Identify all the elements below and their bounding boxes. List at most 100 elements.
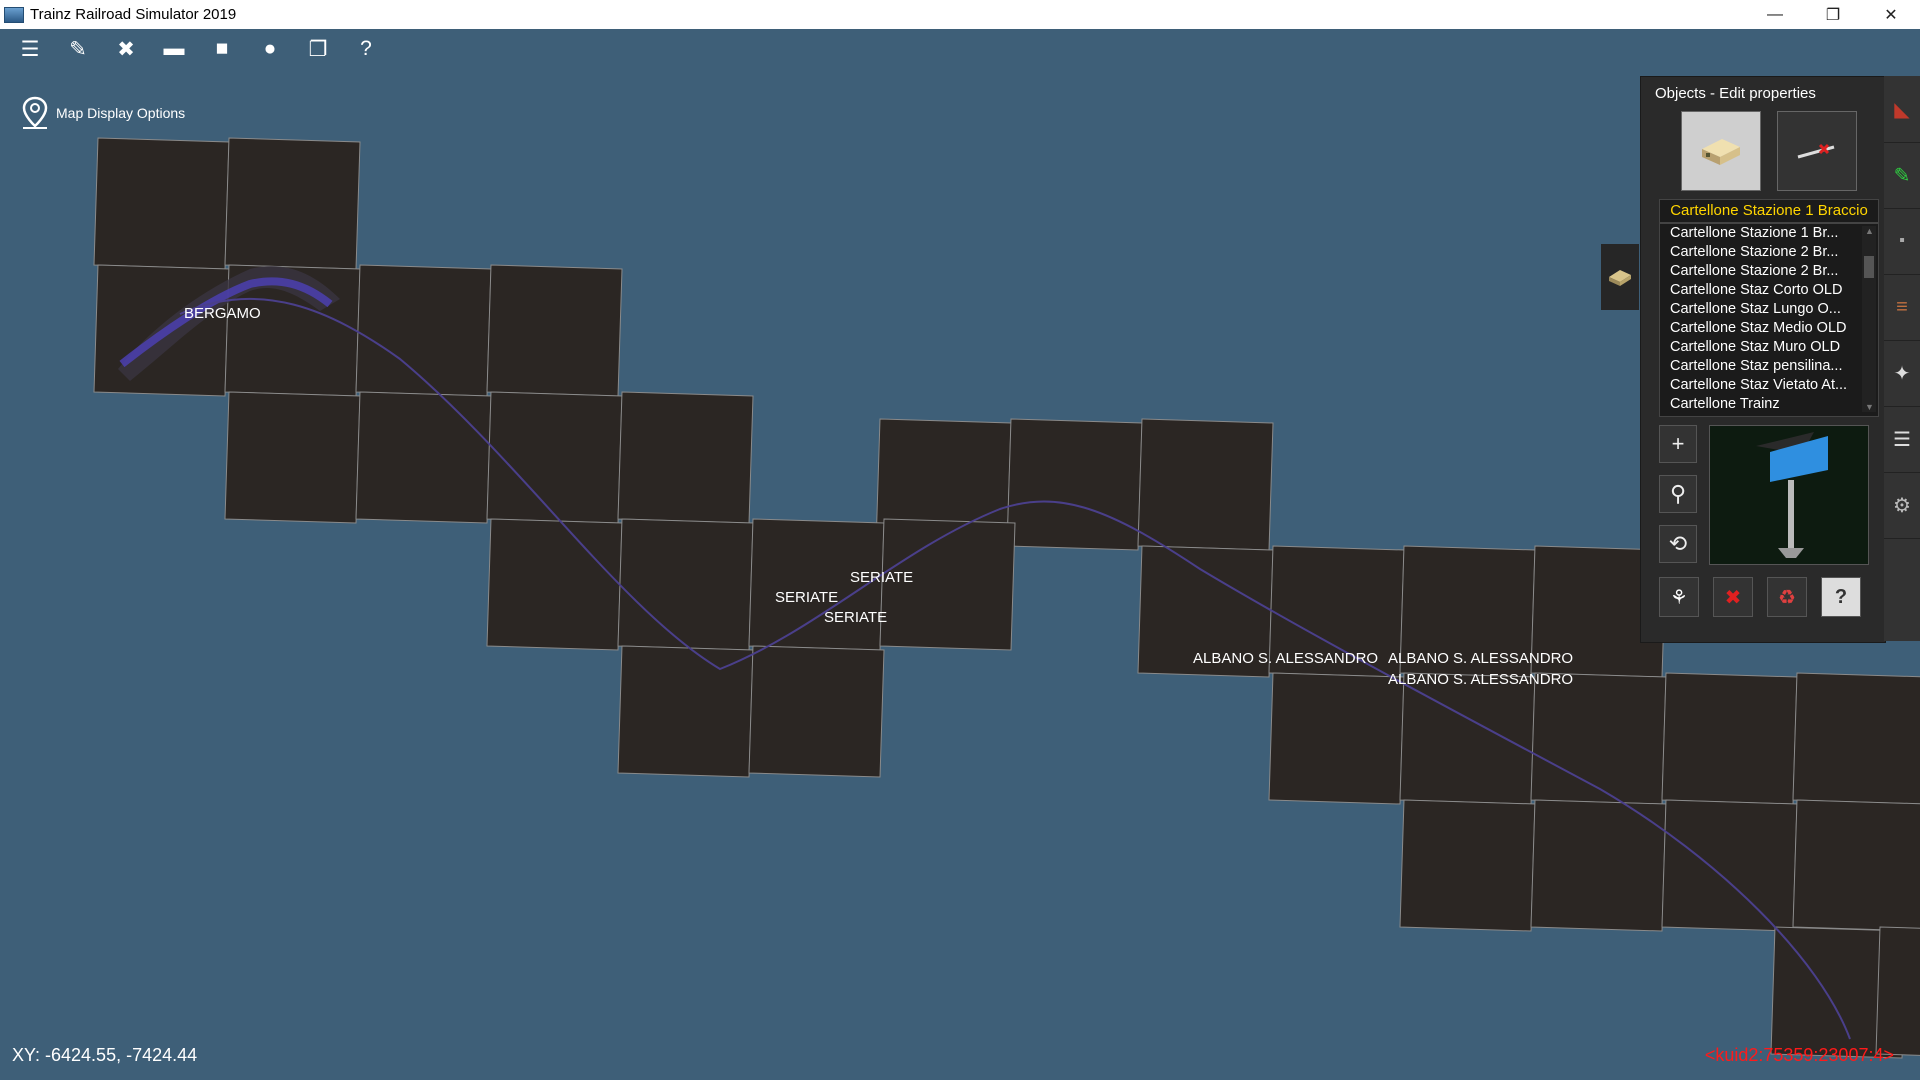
property-icon: ⚘ [1670, 586, 1688, 609]
paint-tool-tab[interactable]: ✎ [1884, 142, 1920, 209]
chat-button[interactable]: ● [250, 31, 290, 67]
help-button[interactable]: ? [346, 31, 386, 67]
tools-icon: ✖ [117, 37, 135, 61]
map-tile [1661, 672, 1798, 805]
object-list-item[interactable]: Cartellone Staz Medio OLD [1660, 319, 1854, 338]
replace-icon: ♻ [1778, 586, 1796, 609]
map-tile [486, 264, 623, 397]
map-tile [93, 137, 230, 270]
station-label-seriate: SERIATE [850, 569, 913, 586]
object-list-item[interactable]: Cartellone Stazione 2 Br... [1660, 243, 1854, 262]
object-preview [1709, 425, 1869, 565]
move-object-button[interactable]: ⚲ [1659, 475, 1697, 513]
replace-object-button[interactable]: ♻ [1767, 577, 1807, 617]
scroll-down-icon[interactable]: ▼ [1865, 402, 1874, 412]
map-pin-icon [22, 96, 48, 129]
map-tile [1399, 799, 1536, 932]
objects-category-button[interactable] [1681, 111, 1761, 191]
objects-icon: ▪ [1899, 232, 1905, 249]
scroll-up-icon[interactable]: ▲ [1865, 226, 1874, 236]
settings-tool-tab[interactable]: ⚙ [1884, 472, 1920, 539]
object-list-item[interactable]: Cartellone Trainz [1660, 395, 1854, 414]
add-object-button[interactable]: + [1659, 425, 1697, 463]
rotate-object-button[interactable]: ⟲ [1659, 525, 1697, 563]
tools-button[interactable]: ✖ [106, 31, 146, 67]
station-label-seriate: SERIATE [824, 609, 887, 626]
edit-button[interactable]: ✎ [58, 31, 98, 67]
close-button[interactable]: ✕ [1862, 0, 1920, 29]
delete-icon: ✖ [1724, 586, 1742, 609]
display-button[interactable]: ▬ [154, 31, 194, 67]
station-label-albano: ALBANO S. ALESSANDRO [1193, 650, 1378, 667]
map-tile [1006, 418, 1143, 551]
layers-tool-tab[interactable]: ☰ [1884, 406, 1920, 473]
map-tile [1268, 672, 1405, 805]
help-button[interactable]: ? [1821, 577, 1861, 617]
map-tile [1792, 799, 1920, 932]
wrench-icon: ✦ [1893, 362, 1911, 385]
panel-title: Objects - Edit properties [1655, 85, 1816, 102]
building-icon [1702, 139, 1740, 165]
edit-icon: ✎ [69, 37, 87, 61]
object-list-scrollbar[interactable]: ▲ ▼ [1862, 226, 1876, 412]
station-label-seriate: SERIATE [775, 589, 838, 606]
map-tile [355, 391, 492, 524]
terrain-tool-tab[interactable]: ◣ [1884, 76, 1920, 143]
paint-icon: ✎ [1893, 164, 1911, 187]
object-list-item[interactable]: Cartellone Stazione 2 Br... [1660, 262, 1854, 281]
main-toolbar: ☰ ✎ ✖ ▬ ■ ● ❐? [0, 29, 460, 69]
delete-object-button[interactable]: ✖ [1713, 577, 1753, 617]
objects-tool-tab[interactable]: ▪ [1884, 208, 1920, 275]
map-tile [1792, 672, 1920, 805]
map-tile [224, 137, 361, 270]
map-display-options[interactable]: Map Display Options [20, 96, 185, 130]
restore-button[interactable]: ❐ [1804, 0, 1862, 29]
selected-object-name: Cartellone Stazione 1 Braccio [1659, 199, 1879, 223]
map-display-options-label: Map Display Options [56, 105, 186, 121]
menu-button[interactable]: ☰ [10, 31, 50, 67]
objects-panel-tab[interactable] [1601, 244, 1639, 310]
map-tile [1137, 418, 1274, 551]
map-tile [486, 518, 623, 651]
help-icon: ? [1834, 585, 1848, 608]
plus-icon: + [1671, 431, 1685, 456]
map-tile [486, 391, 623, 524]
window-button[interactable]: ❐ [298, 31, 338, 67]
object-list-item[interactable]: Cartellone Staz pensilina... [1660, 357, 1854, 376]
object-list-item[interactable]: Cartellone Staz Corto OLD [1660, 281, 1854, 300]
terrain-icon: ◣ [1894, 98, 1910, 121]
app-icon [4, 6, 24, 23]
display-icon: ▬ [163, 37, 185, 60]
map-tile [355, 264, 492, 397]
window-title: Trainz Railroad Simulator 2019 [30, 6, 237, 23]
object-list-item[interactable]: Cartellone Staz Lungo O... [1660, 300, 1854, 319]
object-list-item[interactable]: Cartellone Staz Vietato At... [1660, 376, 1854, 395]
window-icon: ❐ [308, 37, 328, 61]
properties-button[interactable]: ⚘ [1659, 577, 1699, 617]
rotate-icon: ⟲ [1668, 531, 1688, 556]
map-tile [617, 391, 754, 524]
map-tile [748, 645, 885, 778]
object-list-item[interactable]: Cartellone Stazione 1 Br... [1660, 224, 1854, 243]
station-label-albano: ALBANO S. ALESSANDRO [1388, 671, 1573, 688]
gear-icon: ⚙ [1893, 494, 1911, 517]
station-label-albano: ALBANO S. ALESSANDRO [1388, 650, 1573, 667]
station-label-bergamo: BERGAMO [184, 305, 261, 322]
sign-preview-icon [1756, 432, 1828, 558]
title-bar: Trainz Railroad Simulator 2019 — ❐ ✕ [0, 0, 1920, 29]
object-list[interactable]: Cartellone Stazione 1 Br... Cartellone St… [1659, 223, 1879, 417]
help-icon: ? [360, 37, 372, 60]
coordinates-readout: XY: -6424.55, -7424.44 [12, 1045, 198, 1065]
menu-icon: ☰ [20, 37, 40, 61]
minimize-button[interactable]: — [1746, 0, 1804, 29]
track-objects-category-button[interactable] [1777, 111, 1857, 191]
camera-button[interactable]: ■ [202, 31, 242, 67]
scroll-thumb[interactable] [1864, 256, 1874, 278]
track-tool-tab[interactable]: ≡ [1884, 274, 1920, 341]
object-list-item[interactable]: Cartellone Staz Muro OLD [1660, 338, 1854, 357]
layers-icon: ☰ [1893, 428, 1911, 451]
map-view[interactable]: BERGAMO SERIATE SERIATE SERIATE ALBANO S… [0, 29, 1920, 1080]
trackside-tool-tab[interactable]: ✦ [1884, 340, 1920, 407]
map-tile [1530, 799, 1667, 932]
kuid-readout: <kuid2:75359:23007:4> [1704, 1045, 1894, 1065]
